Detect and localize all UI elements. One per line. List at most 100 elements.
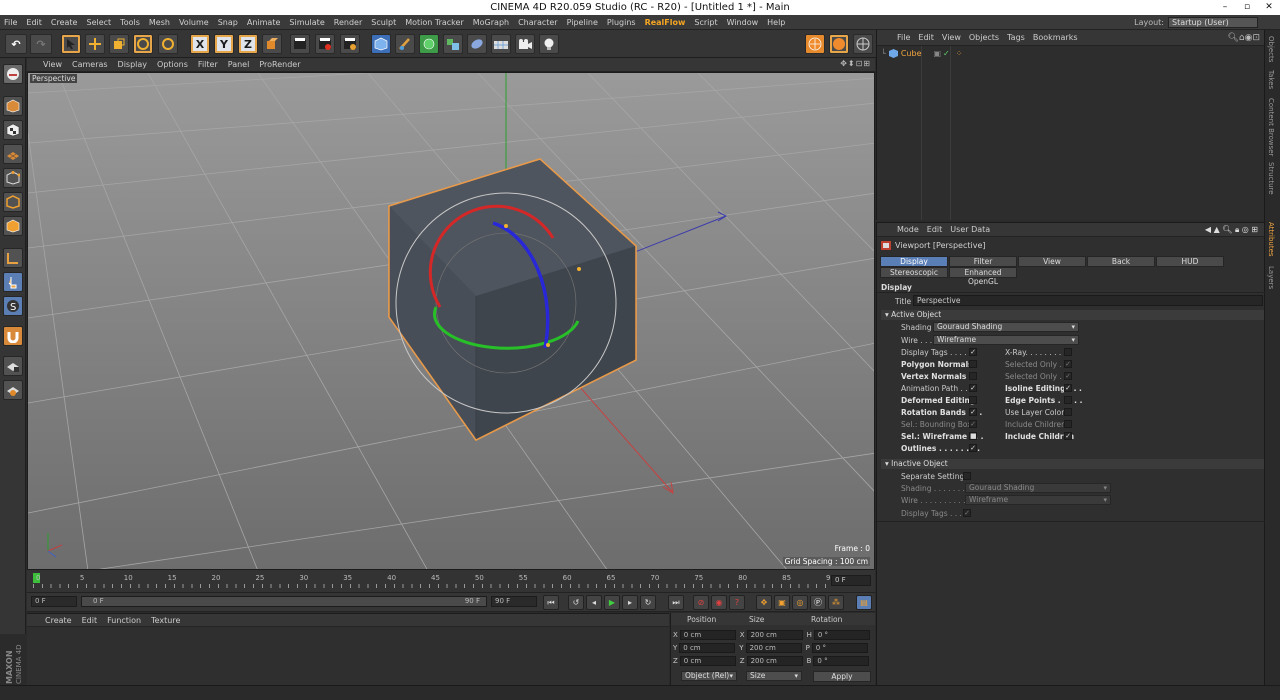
menu-render[interactable]: Render <box>334 18 362 27</box>
material-menu-create[interactable]: Create <box>45 616 72 625</box>
edges-mode-icon[interactable] <box>3 192 23 212</box>
camera-icon[interactable] <box>515 34 535 54</box>
viewport-menu-prorender[interactable]: ProRender <box>259 60 300 69</box>
model-mode-icon[interactable] <box>3 96 23 116</box>
size-field[interactable]: 200 cm <box>746 629 803 640</box>
active-right-checkbox[interactable] <box>1064 420 1072 428</box>
coordinate-system-icon[interactable] <box>262 34 282 54</box>
grid-icon[interactable] <box>853 34 873 54</box>
redo-icon[interactable]: ↷ <box>30 34 52 54</box>
active-left-checkbox[interactable]: ✓ <box>969 444 977 452</box>
workplane-mode-icon[interactable] <box>3 144 23 164</box>
record-parameter-icon[interactable]: Ⓟ <box>810 595 826 610</box>
object-menu-file[interactable]: File <box>897 33 910 42</box>
size-field[interactable]: 200 cm <box>745 642 802 653</box>
next-key-icon[interactable]: ↻ <box>640 595 656 610</box>
active-left-checkbox[interactable]: ■ <box>969 432 977 440</box>
material-menu-function[interactable]: Function <box>107 616 141 625</box>
menu-select[interactable]: Select <box>86 18 111 27</box>
make-editable-icon[interactable] <box>3 64 23 84</box>
active-left-checkbox[interactable] <box>969 396 977 404</box>
active-left-checkbox[interactable]: ✓ <box>969 384 977 392</box>
record-point-level-icon[interactable]: ⁂ <box>828 595 844 610</box>
tab-stereoscopic[interactable]: Stereoscopic <box>880 267 948 278</box>
viewport-menu-view[interactable]: View <box>43 60 62 69</box>
attribute-nav-icons[interactable]: ◀ ▲ 🔍︎ 🔒︎ ◎ ⊞ <box>1205 225 1258 235</box>
axis-mode-icon[interactable] <box>3 248 23 268</box>
timeline[interactable]: 051015202530354045505560657075808590 0 F <box>27 570 875 592</box>
tab-enhanced-opengl[interactable]: Enhanced OpenGL <box>949 267 1017 286</box>
menu-edit[interactable]: Edit <box>26 18 42 27</box>
z-axis-lock-icon[interactable]: Z <box>238 34 258 54</box>
active-object-section[interactable]: ▾ Active Object <box>881 310 1264 320</box>
attribute-menu-edit[interactable]: Edit <box>927 225 943 234</box>
inactive-wire-dropdown[interactable]: Wireframe <box>965 495 1111 505</box>
side-tab-attributes[interactable]: Attributes <box>1267 222 1275 257</box>
planar-workplane-icon[interactable] <box>3 380 23 400</box>
render-picture-viewer-icon[interactable] <box>315 34 335 54</box>
subdivision-surface-icon[interactable] <box>419 34 439 54</box>
object-visibility-icon[interactable]: ▣ <box>933 49 941 58</box>
array-icon[interactable] <box>443 34 463 54</box>
side-tab-content-browser[interactable]: Content Browser <box>1267 98 1275 156</box>
keyframe-selection-icon[interactable]: ? <box>729 595 745 610</box>
range-slider[interactable]: 0 F 90 F <box>81 596 487 607</box>
menu-window[interactable]: Window <box>727 18 759 27</box>
close-button[interactable]: ✕ <box>1258 0 1280 15</box>
active-right-checkbox[interactable] <box>1064 408 1072 416</box>
pen-spline-icon[interactable] <box>395 34 415 54</box>
menu-file[interactable]: File <box>4 18 17 27</box>
x-axis-lock-icon[interactable]: X <box>190 34 210 54</box>
play-forward-icon[interactable]: ▶ <box>604 595 620 610</box>
inactive-display-tags-checkbox[interactable]: ✓ <box>963 509 971 517</box>
object-row-cube[interactable]: └ Cube ▣ ✓ ⁘ <box>881 49 962 58</box>
go-to-end-icon[interactable]: ⏭ <box>668 595 684 610</box>
layout-dropdown[interactable]: Startup (User) <box>1168 17 1258 28</box>
end-frame-field[interactable]: 90 F <box>491 596 537 607</box>
autokey-icon[interactable]: ◉ <box>711 595 727 610</box>
viewport-navigation-icons[interactable]: ✥⬍⊡⊞ <box>840 59 871 68</box>
shading-dropdown[interactable]: Gouraud Shading <box>933 322 1079 332</box>
side-tab-takes[interactable]: Takes <box>1267 70 1275 89</box>
active-right-checkbox[interactable] <box>1064 396 1072 404</box>
wire-dropdown[interactable]: Wireframe <box>933 335 1079 345</box>
active-right-checkbox[interactable]: ✓ <box>1064 372 1072 380</box>
tab-filter[interactable]: Filter <box>949 256 1017 267</box>
start-frame-field[interactable]: 0 F <box>31 596 77 607</box>
material-manager[interactable]: Create Edit Function Texture <box>27 613 669 685</box>
current-frame-field[interactable]: 0 F <box>831 575 871 586</box>
object-menu-tags[interactable]: Tags <box>1007 33 1025 42</box>
active-left-checkbox[interactable]: ✓ <box>969 420 977 428</box>
rotate-tool-icon[interactable] <box>133 34 153 54</box>
workplane-icon[interactable] <box>829 34 849 54</box>
recent-tool-icon[interactable] <box>158 34 178 54</box>
select-tool-icon[interactable] <box>61 34 81 54</box>
material-menu-edit[interactable]: Edit <box>82 616 98 625</box>
record-keys-icon[interactable]: ⊘ <box>693 595 709 610</box>
render-view-icon[interactable] <box>290 34 310 54</box>
side-tab-objects[interactable]: Objects <box>1267 36 1275 62</box>
menu-pipeline[interactable]: Pipeline <box>567 18 598 27</box>
record-position-icon[interactable]: ✥ <box>756 595 772 610</box>
next-frame-icon[interactable]: ▸ <box>622 595 638 610</box>
apply-button[interactable]: Apply <box>813 671 871 682</box>
viewport-menu-filter[interactable]: Filter <box>198 60 218 69</box>
tab-view[interactable]: View <box>1018 256 1086 267</box>
menu-mograph[interactable]: MoGraph <box>473 18 509 27</box>
locked-workplane-icon[interactable] <box>3 356 23 376</box>
polygons-mode-icon[interactable] <box>3 216 23 236</box>
viewport-menu-cameras[interactable]: Cameras <box>72 60 108 69</box>
y-axis-lock-icon[interactable]: Y <box>214 34 234 54</box>
object-menu-edit[interactable]: Edit <box>918 33 934 42</box>
object-menu-view[interactable]: View <box>942 33 961 42</box>
record-rotation-icon[interactable]: ◎ <box>792 595 808 610</box>
enable-snap-icon[interactable] <box>3 326 23 346</box>
active-right-checkbox[interactable]: ✓ <box>1064 360 1072 368</box>
minimize-button[interactable]: – <box>1214 0 1236 15</box>
previous-key-icon[interactable]: ↺ <box>568 595 584 610</box>
menu-tools[interactable]: Tools <box>120 18 140 27</box>
timeline-track[interactable]: 051015202530354045505560657075808590 <box>33 572 835 590</box>
object-menu-bookmarks[interactable]: Bookmarks <box>1033 33 1078 42</box>
tab-hud[interactable]: HUD <box>1156 256 1224 267</box>
rotation-field[interactable]: 0 ° <box>811 642 868 653</box>
